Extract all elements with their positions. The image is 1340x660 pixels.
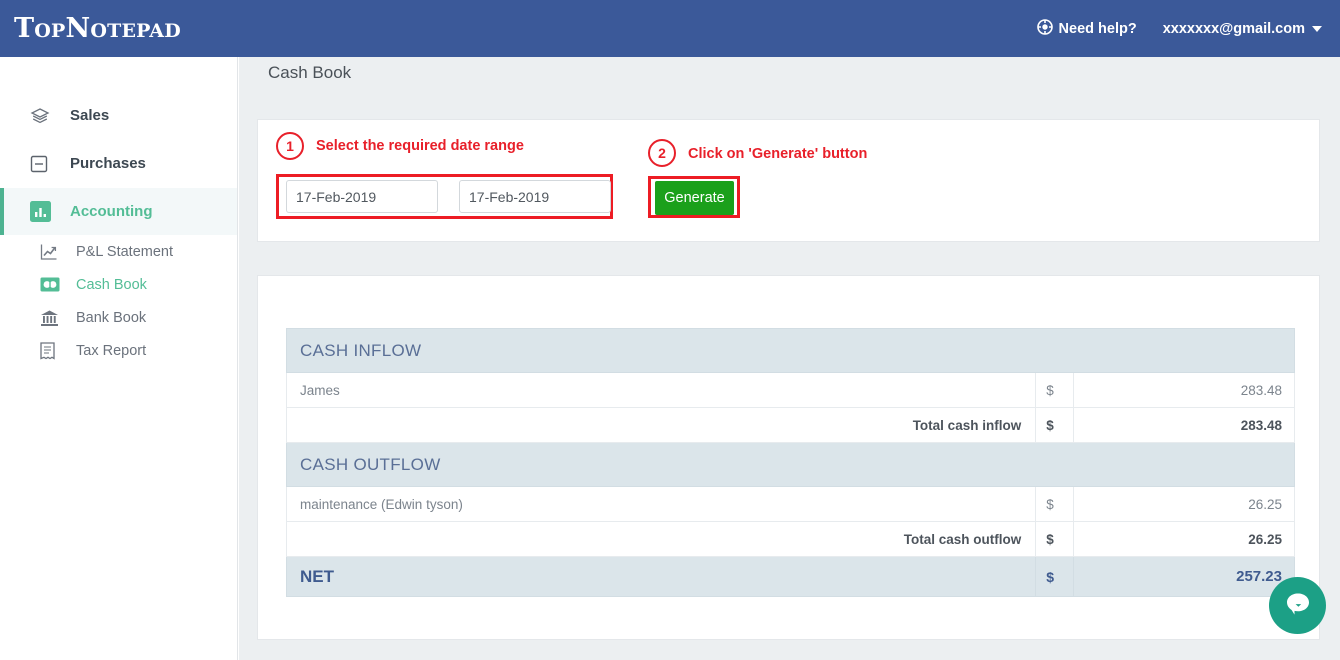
bank-icon: [40, 309, 64, 327]
chat-bubble-icon: [1283, 588, 1313, 623]
row-description: James: [285, 372, 1037, 408]
sidebar-subitem-label: Bank Book: [76, 309, 147, 326]
section-title: CASH OUTFLOW: [286, 442, 1295, 487]
total-amount: 26.25: [1073, 521, 1295, 557]
date-to-input[interactable]: [459, 180, 611, 213]
sidebar-subitem-label: P&L Statement: [76, 243, 173, 260]
row-amount: 26.25: [1073, 486, 1295, 522]
sidebar-subitem-label: Cash Book: [76, 276, 147, 293]
table-row: maintenance (Edwin tyson) $ 26.25: [285, 486, 1295, 522]
total-currency: $: [1035, 407, 1075, 443]
sidebar-item-sales[interactable]: Sales: [0, 92, 237, 139]
layers-icon: [30, 106, 56, 126]
generate-button[interactable]: Generate: [655, 181, 734, 215]
main-content: Cash Book 1 Select the required date ran…: [239, 57, 1340, 660]
row-description: maintenance (Edwin tyson): [285, 486, 1037, 522]
account-email-label: xxxxxxx@gmail.com: [1162, 20, 1305, 37]
page-title: Cash Book: [268, 63, 352, 82]
sidebar-item-label: Purchases: [70, 155, 146, 172]
need-help-label: Need help?: [1058, 20, 1137, 37]
chat-widget-button[interactable]: [1269, 577, 1326, 634]
report-card: CASH INFLOW James $ 283.48 Total cash in…: [257, 275, 1320, 640]
section-title: CASH INFLOW: [286, 328, 1295, 373]
lifebuoy-icon: [1036, 18, 1053, 39]
line-chart-icon: [40, 243, 64, 261]
section-header-row: CASH INFLOW: [286, 328, 1295, 373]
annotation-text-1: Select the required date range: [316, 138, 524, 154]
minus-square-icon: [30, 155, 56, 173]
row-currency: $: [1035, 486, 1075, 522]
total-label: Total cash inflow: [285, 407, 1037, 443]
bar-chart-icon: [30, 201, 56, 222]
total-label: Total cash outflow: [285, 521, 1037, 557]
net-currency: $: [1035, 556, 1075, 597]
sidebar-subitem-pl-statement[interactable]: P&L Statement: [0, 235, 237, 268]
total-amount: 283.48: [1073, 407, 1295, 443]
total-row: Total cash outflow $ 26.25: [285, 521, 1295, 557]
section-header-row: CASH OUTFLOW: [286, 442, 1295, 487]
need-help-link[interactable]: Need help?: [1036, 18, 1137, 39]
receipt-icon: [40, 341, 64, 360]
date-from-input[interactable]: [286, 180, 438, 213]
total-currency: $: [1035, 521, 1075, 557]
sidebar-item-label: Accounting: [70, 203, 153, 220]
caret-down-icon: [1312, 25, 1322, 32]
table-row: James $ 283.48: [285, 372, 1295, 408]
banknote-icon: [40, 277, 64, 292]
net-label: NET: [285, 556, 1037, 597]
sidebar-subitem-cash-book[interactable]: Cash Book: [0, 268, 237, 301]
row-currency: $: [1035, 372, 1075, 408]
sidebar-item-purchases[interactable]: Purchases: [0, 140, 237, 187]
total-row: Total cash inflow $ 283.48: [285, 407, 1295, 443]
top-header-bar: TopNotepad Need help? xxxxxxx@gmail.com: [0, 0, 1340, 57]
net-amount: 257.23: [1073, 556, 1295, 597]
sidebar-subitem-label: Tax Report: [76, 342, 147, 359]
sidebar-subitem-tax-report[interactable]: Tax Report: [0, 334, 237, 367]
sidebar: Sales Purchases Accounting P&L Statement…: [0, 57, 238, 660]
sidebar-item-accounting[interactable]: Accounting: [0, 188, 237, 235]
row-amount: 283.48: [1073, 372, 1295, 408]
sidebar-subitem-bank-book[interactable]: Bank Book: [0, 301, 237, 334]
account-menu[interactable]: xxxxxxx@gmail.com: [1163, 21, 1322, 37]
net-row: NET $ 257.23: [285, 556, 1295, 597]
filter-card: 1 Select the required date range 2 Click…: [257, 119, 1320, 242]
annotation-text-2: Click on 'Generate' button: [688, 146, 868, 162]
app-logo[interactable]: TopNotepad: [14, 13, 181, 44]
header-right-group: Need help? xxxxxxx@gmail.com: [1036, 18, 1322, 39]
annotation-badge-2: 2: [648, 139, 676, 167]
sidebar-item-label: Sales: [70, 107, 110, 124]
annotation-badge-1: 1: [276, 132, 304, 160]
cash-book-table: CASH INFLOW James $ 283.48 Total cash in…: [285, 328, 1295, 597]
